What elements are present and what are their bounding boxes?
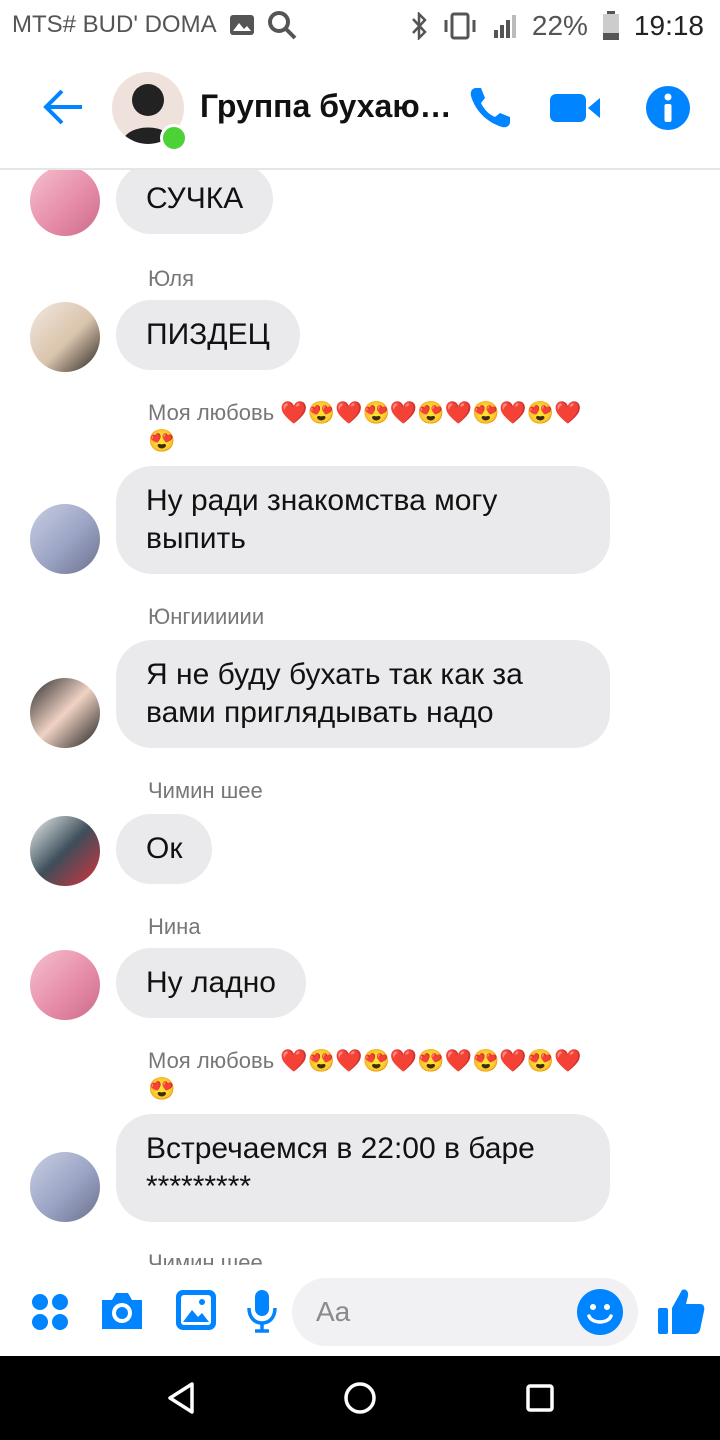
clock: 19:18 xyxy=(633,10,704,41)
sender-name: Нина xyxy=(148,914,201,939)
back-arrow-icon[interactable] xyxy=(40,84,86,130)
message-bubble[interactable]: ПИЗДЕЦ xyxy=(116,300,300,370)
menu-dots-icon[interactable] xyxy=(30,1292,70,1332)
message-input[interactable]: Aa xyxy=(292,1278,638,1346)
bluetooth-icon xyxy=(411,12,427,40)
nav-recents-icon[interactable] xyxy=(526,1384,554,1412)
composer-bar: Aa xyxy=(0,1268,720,1356)
battery-icon xyxy=(602,11,619,40)
sender-name: Чимин шее xyxy=(148,1250,263,1265)
video-camera-icon[interactable] xyxy=(548,84,602,132)
sender-avatar[interactable] xyxy=(30,504,100,574)
phone-icon[interactable] xyxy=(466,84,514,132)
sender-name: Моя любовь ❤️😍❤️😍❤️😍❤️😍❤️😍❤️ xyxy=(148,400,582,425)
nav-home-icon[interactable] xyxy=(343,1381,377,1415)
system-nav-bar xyxy=(0,1356,720,1440)
sender-name-emoji: 😍 xyxy=(148,428,176,453)
message-bubble[interactable]: Встречаемся в 22:00 в баре ********* xyxy=(116,1114,610,1222)
search-icon xyxy=(267,11,297,40)
status-left: MTS# BUD' DOMA xyxy=(12,10,297,40)
sender-avatar[interactable] xyxy=(30,816,100,886)
thumbs-up-icon[interactable] xyxy=(656,1286,706,1336)
signal-icon xyxy=(493,15,516,38)
online-indicator xyxy=(160,124,188,152)
status-right: 22% 19:18 xyxy=(410,10,704,42)
message-bubble[interactable]: Ок xyxy=(116,814,213,884)
battery-percent: 22% xyxy=(531,10,588,41)
nav-back-icon[interactable] xyxy=(166,1382,196,1414)
message-bubble[interactable]: Ну ладно xyxy=(116,948,306,1018)
message-input-placeholder: Aa xyxy=(316,1296,351,1327)
emoji-icon[interactable] xyxy=(576,1288,624,1336)
gallery-icon xyxy=(229,15,254,35)
status-bar: MTS# BUD' DOMA 22% 19:18 xyxy=(0,0,720,52)
sender-name: Моя любовь ❤️😍❤️😍❤️😍❤️😍❤️😍❤️ xyxy=(148,1048,582,1073)
message-bubble[interactable]: Я не буду бухать так как за вами пригляд… xyxy=(116,640,610,748)
sender-avatar[interactable] xyxy=(30,678,100,748)
sender-avatar[interactable] xyxy=(30,170,100,236)
sender-avatar[interactable] xyxy=(30,1152,100,1222)
sender-name-emoji: 😍 xyxy=(148,1076,176,1101)
message-list[interactable]: СУЧКА Юля ПИЗДЕЦ Моя любовь ❤️😍❤️😍❤️😍❤️😍… xyxy=(0,170,720,1265)
info-icon[interactable] xyxy=(644,84,692,132)
camera-icon[interactable] xyxy=(98,1290,146,1332)
sender-avatar[interactable] xyxy=(30,302,100,372)
sender-name: Чимин шее xyxy=(148,778,263,803)
vibrate-icon xyxy=(444,12,476,40)
microphone-icon[interactable] xyxy=(246,1288,278,1334)
sender-name: Юнгииииии xyxy=(148,604,265,629)
message-bubble[interactable]: Ну ради знакомства могу выпить xyxy=(116,466,610,574)
message-bubble[interactable]: СУЧКА xyxy=(116,170,274,234)
sender-name: Юля xyxy=(148,266,194,291)
conversation-title[interactable]: Группа бухаю… xyxy=(200,88,452,125)
conversation-header: Группа бухаю… xyxy=(0,52,720,170)
image-icon[interactable] xyxy=(174,1288,218,1332)
carrier-label: MTS# BUD' DOMA xyxy=(12,11,217,38)
sender-avatar[interactable] xyxy=(30,950,100,1020)
